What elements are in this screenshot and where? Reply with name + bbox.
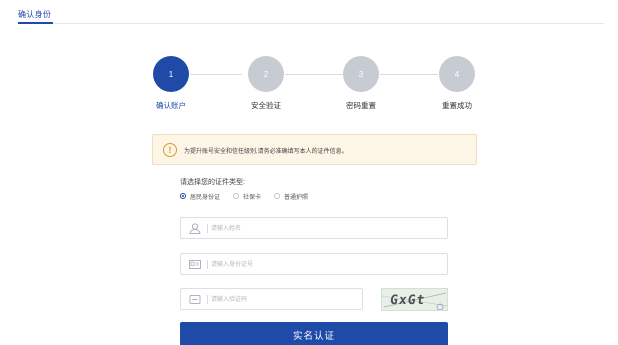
- radio-checked-icon: [180, 193, 186, 199]
- radio-label: 居民身份证: [190, 194, 221, 201]
- header-tab-bar: 确认身份: [0, 0, 618, 26]
- warning-icon: !: [163, 143, 177, 157]
- step-1-label: 确认账户: [156, 101, 186, 110]
- step-2-label: 安全验证: [251, 101, 281, 110]
- radio-label: 普通护照: [284, 194, 309, 201]
- radio-passport[interactable]: 普通护照: [274, 192, 308, 201]
- radio-label: 社保卡: [243, 194, 262, 201]
- step-connector: [380, 74, 438, 75]
- field-separator: [207, 224, 208, 233]
- step-connector: [285, 74, 343, 75]
- step-4-circle: 4: [439, 56, 475, 92]
- user-icon: [189, 223, 201, 234]
- radio-resident-id[interactable]: 居民身份证: [180, 192, 220, 201]
- step-2-circle: 2: [248, 56, 284, 92]
- field-separator: [207, 260, 208, 269]
- tab-active-underline: [18, 22, 53, 24]
- name-input[interactable]: [211, 221, 431, 236]
- step-3-label: 密码重置: [346, 101, 376, 110]
- step-4-label: 重置成功: [442, 101, 472, 110]
- radio-social-security-card[interactable]: 社保卡: [233, 192, 261, 201]
- header-divider: [18, 23, 604, 24]
- notice-text: 为提升账号安全和信任级别,请务必准确填写本人的证件信息。: [184, 149, 348, 155]
- id-type-radio-group: 居民身份证 社保卡 普通护照: [180, 191, 321, 201]
- verify-identity-button[interactable]: 实名认证: [180, 322, 448, 345]
- radio-unchecked-icon: [274, 193, 281, 199]
- field-separator: [207, 295, 208, 304]
- step-connector: [190, 74, 242, 75]
- id-card-icon: [189, 260, 201, 269]
- id-number-field[interactable]: [180, 253, 448, 275]
- captcha-icon: [189, 295, 201, 304]
- name-field[interactable]: [180, 217, 448, 239]
- captcha-input[interactable]: [211, 292, 351, 307]
- progress-stepper: 1 2 3 4 确认账户 安全验证 密码重置 重置成功: [0, 56, 618, 116]
- id-type-label: 请选择您的证件类型:: [180, 179, 245, 186]
- captcha-field[interactable]: [180, 288, 363, 310]
- id-number-input[interactable]: [211, 257, 431, 272]
- step-3-circle: 3: [343, 56, 379, 92]
- radio-unchecked-icon: [233, 193, 240, 199]
- submit-label: 实名认证: [292, 331, 335, 342]
- captcha-image[interactable]: GxGt: [381, 288, 448, 311]
- tab-confirm-identity[interactable]: 确认身份: [18, 9, 51, 20]
- step-1-circle: 1: [153, 56, 189, 92]
- captcha-text: GxGt: [388, 293, 427, 308]
- security-notice: ! 为提升账号安全和信任级别,请务必准确填写本人的证件信息。: [152, 134, 477, 165]
